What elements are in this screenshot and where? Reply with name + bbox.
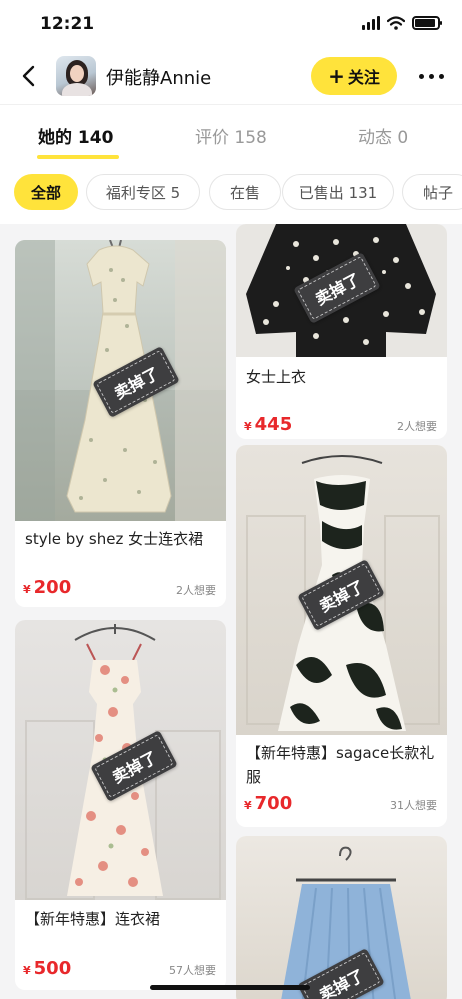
product-title: 【新年特惠】连衣裙 xyxy=(25,910,161,928)
filter-sold[interactable]: 已售出 131 xyxy=(282,174,394,210)
filter-on-sale[interactable]: 在售 xyxy=(209,174,281,210)
product-price: ¥700 xyxy=(244,793,293,814)
product-card[interactable]: 卖掉了 【新年特惠】sagace长款礼服 ¥700 31人想要 xyxy=(236,445,447,827)
more-options-icon[interactable] xyxy=(419,74,444,79)
product-card[interactable]: 卖掉了 style by shez 女士连衣裙 ¥200 2人想要 xyxy=(15,240,226,607)
want-count: 2人想要 xyxy=(397,420,437,433)
profile-username: 伊能静Annie xyxy=(106,68,212,89)
product-image: 卖掉了 xyxy=(15,240,226,521)
product-card[interactable]: 卖掉了 【新年特惠】连衣裙 ¥500 57人想要 xyxy=(15,620,226,990)
product-card[interactable]: 卖掉了 女士上衣 ¥445 2人想要 xyxy=(236,224,447,439)
product-title: 女士上衣 xyxy=(246,368,307,386)
want-count: 57人想要 xyxy=(169,964,216,977)
active-tab-indicator xyxy=(37,155,119,159)
battery-icon xyxy=(412,16,442,30)
filter-welfare[interactable]: 福利专区 5 xyxy=(86,174,200,210)
wifi-icon xyxy=(387,16,405,30)
product-price: ¥445 xyxy=(244,414,293,435)
back-arrow-icon[interactable] xyxy=(16,62,44,90)
status-icons xyxy=(362,16,442,30)
product-card[interactable]: 卖掉了 xyxy=(236,836,447,999)
product-image: 卖掉了 xyxy=(236,224,447,357)
tab-posts[interactable]: 动态 0 xyxy=(358,123,408,148)
signal-icon xyxy=(362,16,380,30)
product-title: 【新年特惠】sagace长款礼服 xyxy=(246,744,435,786)
avatar[interactable] xyxy=(56,56,96,96)
filter-posts[interactable]: 帖子 xyxy=(402,174,462,210)
product-price: ¥200 xyxy=(23,577,72,598)
filter-all[interactable]: 全部 xyxy=(14,174,78,210)
plus-icon: + xyxy=(328,64,345,88)
home-indicator[interactable] xyxy=(150,985,310,990)
tab-items[interactable]: 她的 140 xyxy=(38,123,113,148)
status-bar: 12:21 xyxy=(0,0,462,50)
want-count: 2人想要 xyxy=(176,584,216,597)
product-image: 卖掉了 xyxy=(236,836,447,999)
follow-button[interactable]: + 关注 xyxy=(311,57,397,95)
product-image: 卖掉了 xyxy=(236,445,447,735)
product-title: style by shez 女士连衣裙 xyxy=(25,530,204,548)
want-count: 31人想要 xyxy=(390,799,437,812)
tab-reviews[interactable]: 评价 158 xyxy=(195,123,267,148)
product-price: ¥500 xyxy=(23,958,72,979)
status-time: 12:21 xyxy=(40,14,95,34)
filter-bar: 全部 福利专区 5 在售 已售出 131 帖子 xyxy=(0,166,462,224)
profile-tabs: 她的 140 评价 158 动态 0 xyxy=(0,104,462,166)
profile-header: 伊能静Annie + 关注 xyxy=(0,50,462,104)
follow-label: 关注 xyxy=(347,68,380,87)
product-image: 卖掉了 xyxy=(15,620,226,900)
